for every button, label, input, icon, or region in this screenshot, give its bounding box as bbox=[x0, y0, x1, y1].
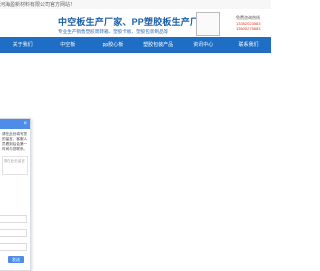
site-subtitle: 专业生产销售塑胶周转箱、塑胶卡板、塑胶包装制品等 bbox=[58, 29, 169, 34]
nav-item-contact[interactable]: 联系我们 bbox=[226, 37, 271, 53]
nav-item-hollow-board[interactable]: 中空板 bbox=[45, 37, 90, 53]
nav-item-pp-board[interactable]: pp胶心板 bbox=[90, 37, 135, 53]
send-button[interactable]: 发送 bbox=[8, 256, 24, 263]
close-icon[interactable]: × bbox=[23, 120, 27, 128]
site-title: 中空板生产厂家、PP塑胶板生产厂家 bbox=[58, 17, 209, 27]
nav-item-packaging[interactable]: 塑胶包装产品 bbox=[136, 37, 181, 53]
welcome-text: 河海盈新材料有限公司官方网站！ bbox=[0, 2, 76, 8]
chat-message: 请在此处填写您的留言，客服人员看到后会第一时间与您联系。 bbox=[2, 132, 28, 151]
contact-phone[interactable]: 13600275883 bbox=[236, 26, 260, 31]
chat-header: × bbox=[0, 119, 30, 129]
message-input[interactable]: 请在此处留言 bbox=[2, 156, 28, 175]
qr-code-image bbox=[196, 12, 220, 36]
contact-block: 免费咨询热线 13352023583 13600275883 bbox=[236, 15, 260, 31]
main-nav: 关于我们 中空板 pp胶心板 塑胶包装产品 资讯中心 联系我们 bbox=[0, 37, 271, 53]
email-field[interactable] bbox=[0, 243, 27, 251]
chat-widget: × 请在此处填写您的留言，客服人员看到后会第一时间与您联系。 请在此处留言 bbox=[0, 118, 31, 271]
nav-item-news[interactable]: 资讯中心 bbox=[181, 37, 226, 53]
top-bar: 河海盈新材料有限公司官方网站！ bbox=[0, 0, 271, 9]
nav-item-about[interactable]: 关于我们 bbox=[0, 37, 45, 53]
name-field[interactable] bbox=[0, 215, 27, 223]
phone-field[interactable] bbox=[0, 229, 27, 237]
